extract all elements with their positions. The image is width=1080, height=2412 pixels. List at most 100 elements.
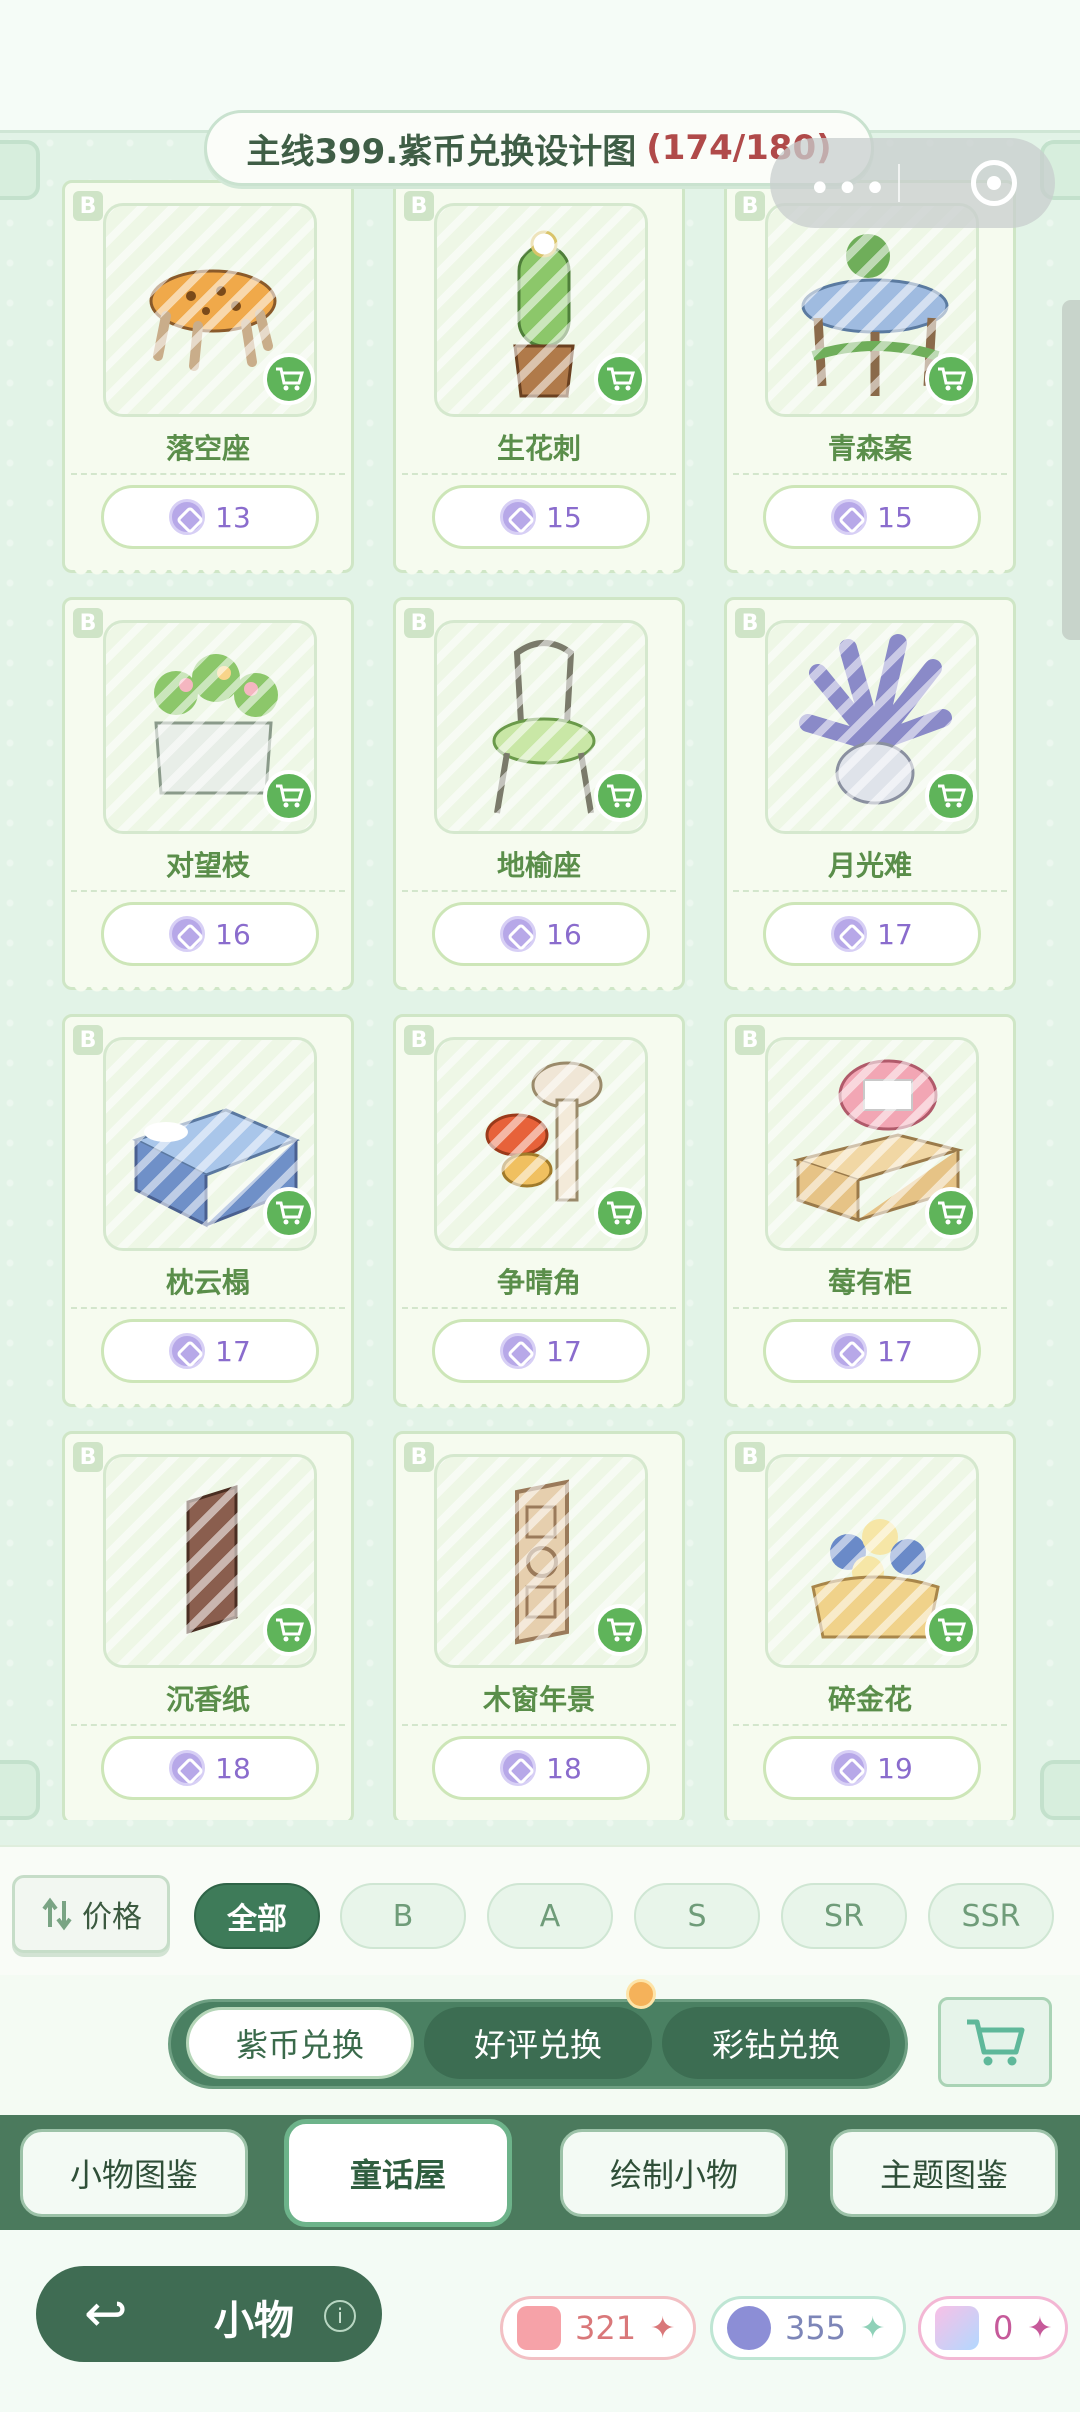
item-card[interactable]: B 月光难 17 xyxy=(724,597,1016,997)
filter-chip-ssr[interactable]: SSR xyxy=(928,1883,1054,1949)
tab-item-catalog[interactable]: 小物图鉴 xyxy=(20,2129,248,2217)
add-to-cart-button[interactable] xyxy=(925,1187,977,1239)
back-button[interactable]: ↩ 小物 i xyxy=(36,2266,382,2362)
filter-chip-all[interactable]: 全部 xyxy=(194,1883,320,1949)
price-button[interactable]: 16 xyxy=(101,902,319,966)
price-button[interactable]: 13 xyxy=(101,485,319,549)
currency-ticket[interactable]: 321 ✦ xyxy=(500,2296,696,2360)
scrollbar[interactable] xyxy=(1062,300,1080,640)
tab-diamond-exchange[interactable]: 彩钻兑换 xyxy=(662,2007,890,2079)
add-icon[interactable]: ✦ xyxy=(650,2311,675,2346)
item-card[interactable]: B 沉香纸 18 xyxy=(62,1431,354,1820)
cart-icon xyxy=(276,1201,304,1225)
cart-icon xyxy=(607,784,635,808)
add-to-cart-button[interactable] xyxy=(263,1604,315,1656)
rarity-badge: B xyxy=(735,191,765,221)
item-name: 争晴角 xyxy=(496,1266,581,1299)
diamond-icon xyxy=(935,2306,979,2350)
cart-icon xyxy=(276,784,304,808)
purple-coin-icon xyxy=(500,499,537,535)
price-button[interactable]: 17 xyxy=(763,1319,981,1383)
item-card[interactable]: B 争晴角 17 xyxy=(393,1014,685,1414)
item-name: 碎金花 xyxy=(827,1683,912,1716)
add-icon[interactable]: ✦ xyxy=(1027,2311,1052,2346)
close-miniprogram-icon[interactable] xyxy=(971,160,1017,206)
sort-by-price-button[interactable]: 价格 xyxy=(12,1875,170,1953)
filter-chip-a[interactable]: A xyxy=(487,1883,613,1949)
ticket-icon xyxy=(517,2306,561,2350)
price-value: 17 xyxy=(546,1334,582,1368)
filter-chip-s[interactable]: S xyxy=(634,1883,760,1949)
tab-theme-catalog[interactable]: 主题图鉴 xyxy=(830,2129,1058,2217)
price-value: 17 xyxy=(877,917,913,951)
tab-review-exchange[interactable]: 好评兑换 xyxy=(424,2007,652,2079)
currency-value: 355 xyxy=(785,2309,847,2347)
price-value: 16 xyxy=(546,917,582,951)
back-arrow-icon: ↩ xyxy=(84,2284,128,2344)
item-card[interactable]: B 对望枝 16 xyxy=(62,597,354,997)
item-card[interactable]: B 枕云榻 17 xyxy=(62,1014,354,1414)
add-to-cart-button[interactable] xyxy=(263,770,315,822)
purple-coin-icon xyxy=(500,916,537,952)
price-button[interactable]: 18 xyxy=(101,1736,319,1800)
price-button[interactable]: 17 xyxy=(101,1319,319,1383)
currency-purple-coin[interactable]: 355 ✦ xyxy=(710,2296,906,2360)
add-to-cart-button[interactable] xyxy=(594,1187,646,1239)
purple-coin-icon xyxy=(727,2306,771,2350)
item-card[interactable]: B 地榆座 16 xyxy=(393,597,685,997)
price-button[interactable]: 15 xyxy=(763,485,981,549)
price-value: 15 xyxy=(877,500,913,534)
add-to-cart-button[interactable] xyxy=(925,353,977,405)
info-icon[interactable]: i xyxy=(324,2300,356,2332)
filter-chip-b[interactable]: B xyxy=(340,1883,466,1949)
price-value: 18 xyxy=(546,1751,582,1785)
purple-coin-icon xyxy=(831,1750,868,1786)
purple-coin-icon xyxy=(500,1333,537,1369)
more-menu-icon[interactable]: ••• xyxy=(808,166,891,212)
currency-diamond[interactable]: 0 ✦ xyxy=(918,2296,1068,2360)
item-name: 生花刺 xyxy=(496,432,581,465)
item-card[interactable]: B 木窗年景 18 xyxy=(393,1431,685,1820)
price-button[interactable]: 19 xyxy=(763,1736,981,1800)
add-to-cart-button[interactable] xyxy=(594,353,646,405)
purple-coin-icon xyxy=(169,499,206,535)
frame-corner-ornament xyxy=(1040,1760,1080,1820)
cart-icon xyxy=(938,367,966,391)
price-button[interactable]: 15 xyxy=(432,485,650,549)
filter-chip-sr[interactable]: SR xyxy=(781,1883,907,1949)
tab-purple-coin-exchange[interactable]: 紫币兑换 xyxy=(186,2007,414,2079)
tab-fairy-house[interactable]: 童话屋 xyxy=(284,2119,512,2227)
item-card[interactable]: B 落空座 13 xyxy=(62,180,354,580)
rarity-badge: B xyxy=(73,1442,103,1472)
purple-coin-icon xyxy=(169,1333,206,1369)
add-to-cart-button[interactable] xyxy=(263,353,315,405)
price-button[interactable]: 17 xyxy=(432,1319,650,1383)
cart-icon xyxy=(276,367,304,391)
price-button[interactable]: 17 xyxy=(763,902,981,966)
purple-coin-icon xyxy=(169,916,206,952)
item-grid: B 落空座 13 B 生花刺 15 B 青森案 15 B 对望枝 16 B 地榆… xyxy=(62,180,1017,1820)
rarity-badge: B xyxy=(404,1025,434,1055)
shopping-cart-button[interactable] xyxy=(938,1997,1052,2087)
purple-coin-icon xyxy=(169,1750,206,1786)
add-to-cart-button[interactable] xyxy=(263,1187,315,1239)
add-to-cart-button[interactable] xyxy=(925,770,977,822)
item-card[interactable]: B 生花刺 15 xyxy=(393,180,685,580)
add-to-cart-button[interactable] xyxy=(594,1604,646,1656)
add-to-cart-button[interactable] xyxy=(925,1604,977,1656)
cart-icon xyxy=(938,784,966,808)
item-card[interactable]: B 青森案 15 xyxy=(724,180,1016,580)
price-button[interactable]: 18 xyxy=(432,1736,650,1800)
tab-draw-items[interactable]: 绘制小物 xyxy=(560,2129,788,2217)
item-card[interactable]: B 莓有柜 17 xyxy=(724,1014,1016,1414)
currency-value: 321 xyxy=(575,2309,637,2347)
add-to-cart-button[interactable] xyxy=(594,770,646,822)
price-button[interactable]: 16 xyxy=(432,902,650,966)
item-name: 青森案 xyxy=(827,432,912,465)
cart-icon xyxy=(938,1618,966,1642)
rarity-badge: B xyxy=(404,191,434,221)
sort-label: 价格 xyxy=(82,1900,142,1935)
item-name: 木窗年景 xyxy=(482,1683,595,1716)
item-card[interactable]: B 碎金花 19 xyxy=(724,1431,1016,1820)
add-icon[interactable]: ✦ xyxy=(860,2311,885,2346)
